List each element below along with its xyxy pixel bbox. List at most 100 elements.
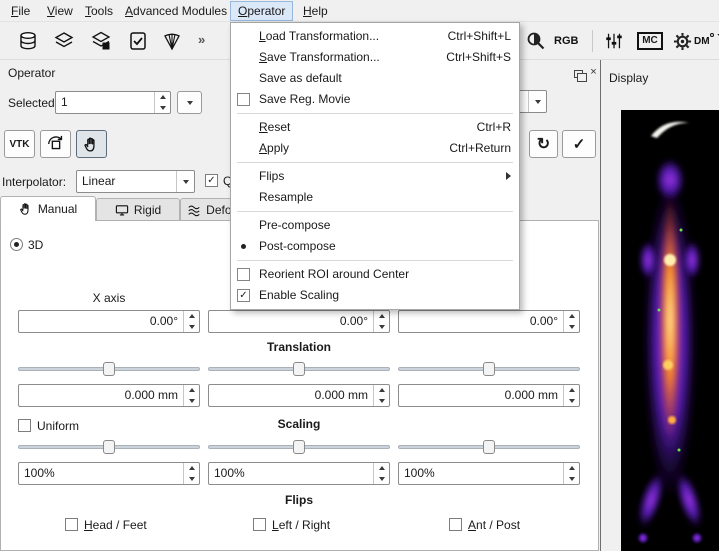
layers-button[interactable] [52,29,76,53]
menu-tools[interactable]: Tools [78,1,120,21]
interpolator-combobox[interactable]: Linear [76,170,195,193]
spin-up-button[interactable] [184,463,199,474]
translation-y-spinbox[interactable]: 0.000 mm [208,384,390,407]
menu-item-post-compose[interactable]: Post-compose [231,236,519,257]
data-manager-button[interactable] [16,29,40,53]
menu-file[interactable]: File [4,1,37,21]
vtk-button[interactable]: VTK [4,130,35,158]
rotation-y-spinbox[interactable]: 0.00° [208,310,390,333]
menu-item-save-reg-movie[interactable]: Save Reg. Movie [231,89,519,110]
layers-edit-button[interactable] [89,29,113,53]
flip-left-right-label[interactable]: Left / Right [272,518,330,532]
histogram-tool-button[interactable] [602,29,626,53]
spin-down-button[interactable] [564,396,579,407]
menu-advanced-modules[interactable]: Advanced Modules [118,1,234,21]
scaling-y-spinbox[interactable]: 100% [208,462,390,485]
spin-down-button[interactable] [184,396,199,407]
rotation-z-spinbox[interactable]: 0.00° [398,310,580,333]
flip-head-feet-label[interactable]: Head / Feet [84,518,147,532]
spin-down-button[interactable] [374,322,389,333]
scaling-x-spinbox[interactable]: 100% [18,462,200,485]
spin-up-button[interactable] [374,385,389,396]
mode-3d-label[interactable]: 3D [28,238,43,252]
settings-button[interactable] [670,29,694,53]
clipped-toolbar-button[interactable] [714,29,719,53]
scaling-slider-y[interactable] [208,440,390,454]
selected-dropdown-button[interactable] [177,91,202,114]
flip-head-feet-checkbox[interactable] [65,518,78,531]
flip-ant-post-label[interactable]: Ant / Post [468,518,520,532]
selected-spinbox[interactable]: 1 [55,91,171,114]
slider-handle[interactable] [483,362,495,376]
menu-item-save-transformation[interactable]: Save Transformation... Ctrl+Shift+S [231,47,519,68]
menu-item-flips[interactable]: Flips [231,166,519,187]
reconstruction-button[interactable] [160,29,184,53]
spin-down-button[interactable] [184,474,199,485]
spin-up-button[interactable] [374,311,389,322]
contrast-zoom-button[interactable] [524,29,548,53]
menu-operator[interactable]: Operator [230,1,293,21]
rotate-view-button[interactable] [40,130,71,158]
spin-up-button[interactable] [184,385,199,396]
slider-handle[interactable] [103,362,115,376]
slider-handle[interactable] [103,440,115,454]
translation-slider-z[interactable] [398,362,580,376]
display-viewport[interactable] [621,110,719,551]
panel-splitter[interactable] [600,60,601,551]
hand-icon [83,136,100,153]
flip-ant-post-checkbox[interactable] [449,518,462,531]
translation-slider-y[interactable] [208,362,390,376]
slider-handle[interactable] [483,440,495,454]
tab-rigid[interactable]: Rigid [96,198,180,221]
checklist-button[interactable] [126,29,150,53]
scaling-slider-z[interactable] [398,440,580,454]
tab-manual[interactable]: Manual [0,196,96,221]
spin-down-icon [160,106,166,110]
spin-up-button[interactable] [184,311,199,322]
spin-down-button[interactable] [564,322,579,333]
scaling-slider-x[interactable] [18,440,200,454]
menu-item-reorient-roi[interactable]: Reorient ROI around Center [231,264,519,285]
translation-z-spinbox[interactable]: 0.000 mm [398,384,580,407]
scaling-z-spinbox[interactable]: 100% [398,462,580,485]
menu-help[interactable]: Help [296,1,335,21]
spin-down-button[interactable] [155,103,170,114]
spin-down-button[interactable] [564,474,579,485]
apply-button[interactable]: ✓ [562,130,596,158]
menu-item-enable-scaling[interactable]: ✓ Enable Scaling [231,285,519,306]
rotation-x-spinbox[interactable]: 0.00° [18,310,200,333]
mode-3d-radio[interactable] [10,238,23,251]
slider-handle[interactable] [293,440,305,454]
motion-correction-button[interactable]: MC [636,29,664,53]
dock-close-button[interactable]: × [587,66,600,79]
spin-down-button[interactable] [184,322,199,333]
quality-checkbox[interactable]: ✓ [205,174,218,187]
menu-item-load-transformation[interactable]: Load Transformation... Ctrl+Shift+L [231,26,519,47]
dm-module-button[interactable]: DM [694,36,710,47]
rgb-mode-button[interactable]: RGB [554,35,578,47]
dock-float-button[interactable] [572,67,585,80]
slider-handle[interactable] [293,362,305,376]
radio-selected-icon [237,240,250,253]
reset-view-button[interactable]: ↻ [529,130,558,158]
toolbar-overflow-button[interactable]: » [198,32,205,47]
spin-up-button[interactable] [564,311,579,322]
menu-item-pre-compose[interactable]: Pre-compose [231,215,519,236]
menu-view[interactable]: View [40,1,80,21]
pan-hand-button[interactable] [76,130,107,158]
flip-left-right-checkbox[interactable] [253,518,266,531]
menu-item-save-as-default[interactable]: Save as default [231,68,519,89]
spin-up-button[interactable] [564,385,579,396]
translation-x-spinbox[interactable]: 0.000 mm [18,384,200,407]
menu-gutter [237,191,250,204]
spin-down-button[interactable] [374,474,389,485]
spin-down-button[interactable] [374,396,389,407]
spin-up-button[interactable] [155,92,170,103]
spin-up-button[interactable] [564,463,579,474]
translation-slider-x[interactable] [18,362,200,376]
spin-down-icon [379,399,385,403]
menu-item-reset[interactable]: Reset Ctrl+R [231,117,519,138]
menu-item-apply[interactable]: Apply Ctrl+Return [231,138,519,159]
spin-up-button[interactable] [374,463,389,474]
menu-item-resample[interactable]: Resample [231,187,519,208]
